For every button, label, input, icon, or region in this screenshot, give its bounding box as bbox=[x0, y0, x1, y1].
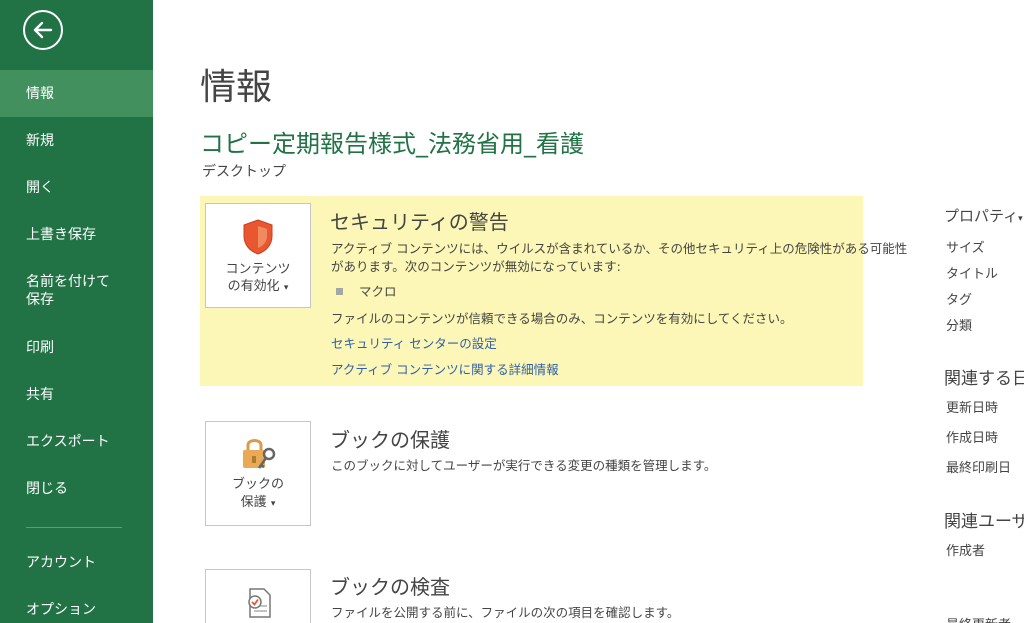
nav-close[interactable]: 閉じる bbox=[0, 480, 153, 498]
enable-content-label-text: の有効化 bbox=[227, 279, 280, 294]
chevron-down-icon: ▾ bbox=[270, 499, 276, 509]
trust-center-settings-link[interactable]: セキュリティ センターの設定 bbox=[331, 333, 497, 352]
protect-workbook-label-line1: ブックの bbox=[231, 477, 284, 492]
nav-save-as-label-line2: 保存 bbox=[26, 292, 54, 308]
nav-open-label: 開く bbox=[26, 180, 54, 196]
security-warning-title: セキュリティの警告 bbox=[330, 210, 509, 234]
property-category-label: 分類 bbox=[946, 319, 973, 334]
nav-open[interactable]: 開く bbox=[0, 179, 153, 197]
nav-print-label: 印刷 bbox=[26, 340, 54, 356]
chevron-down-icon: ▾ bbox=[283, 283, 289, 293]
nav-save[interactable]: 上書き保存 bbox=[0, 226, 153, 244]
nav-info[interactable]: 情報 bbox=[0, 70, 153, 117]
nav-info-label: 情報 bbox=[26, 86, 54, 102]
property-tags-label: タグ bbox=[946, 293, 973, 308]
enable-content-label-line1: コンテンツ bbox=[225, 262, 291, 277]
protect-workbook-description: このブックに対してユーザーが実行できる変更の種類を管理します。 bbox=[331, 458, 717, 473]
properties-header: プロパティ bbox=[944, 207, 1019, 225]
date-modified-label: 更新日時 bbox=[946, 401, 999, 416]
nav-options-label: オプション bbox=[26, 602, 96, 618]
security-warning-note: ファイルのコンテンツが信頼できる場合のみ、コンテンツを有効にしてください。 bbox=[331, 311, 793, 326]
document-location: デスクトップ bbox=[202, 164, 286, 180]
back-button[interactable] bbox=[23, 10, 63, 50]
enable-content-button[interactable]: コンテンツ の有効化 ▾ bbox=[205, 203, 311, 308]
nav-new-label: 新規 bbox=[26, 133, 54, 149]
lock-key-icon bbox=[243, 439, 276, 469]
page-title: 情報 bbox=[200, 67, 273, 108]
nav-export-label: エクスポート bbox=[26, 434, 110, 450]
active-content-info-link[interactable]: アクティブ コンテンツに関する詳細情報 bbox=[331, 359, 559, 378]
date-created-label: 作成日時 bbox=[946, 431, 999, 446]
protect-workbook-title: ブックの保護 bbox=[330, 428, 450, 452]
security-warning-desc-line1: アクティブ コンテンツには、ウイルスが含まれているか、その他セキュリティ上の危険… bbox=[331, 241, 908, 256]
protect-workbook-label-line2: 保護 ▾ bbox=[206, 494, 310, 513]
author-label: 作成者 bbox=[946, 544, 986, 559]
nav-options[interactable]: オプション bbox=[0, 601, 153, 619]
inspect-workbook-title: ブックの検査 bbox=[330, 575, 450, 599]
nav-share[interactable]: 共有 bbox=[0, 386, 153, 404]
back-arrow-icon bbox=[33, 21, 53, 39]
document-name: コピー定期報告様式_法務省用_看護 bbox=[200, 130, 584, 158]
shield-icon bbox=[243, 219, 273, 255]
security-warning-description: アクティブ コンテンツには、ウイルスが含まれているか、その他セキュリティ上の危険… bbox=[331, 240, 907, 276]
nav-account-label: アカウント bbox=[26, 555, 96, 571]
properties-dropdown[interactable]: プロパティ▾ bbox=[944, 205, 1023, 226]
inspect-workbook-description: ファイルを公開する前に、ファイルの次の項目を確認します。 bbox=[331, 605, 680, 620]
nav-new[interactable]: 新規 bbox=[0, 132, 153, 150]
nav-export[interactable]: エクスポート bbox=[0, 433, 153, 451]
chevron-down-icon: ▾ bbox=[1018, 214, 1023, 224]
document-check-icon bbox=[248, 588, 271, 618]
nav-save-as-label-line1: 名前を付けて bbox=[26, 274, 110, 290]
nav-share-label: 共有 bbox=[26, 387, 54, 403]
nav-divider bbox=[26, 527, 122, 528]
related-dates-header: 関連する日 bbox=[944, 369, 1024, 389]
last-modified-by-label: 最終更新者 bbox=[946, 614, 1011, 623]
nav-save-label: 上書き保存 bbox=[26, 227, 96, 243]
nav-close-label: 閉じる bbox=[26, 481, 68, 497]
protect-workbook-label-text: 保護 bbox=[240, 495, 267, 510]
nav-print[interactable]: 印刷 bbox=[0, 339, 153, 357]
protect-workbook-button[interactable]: ブックの 保護 ▾ bbox=[205, 421, 311, 526]
nav-save-as[interactable]: 名前を付けて 保存 bbox=[0, 273, 153, 309]
check-issues-button[interactable] bbox=[205, 569, 311, 623]
security-warning-desc-line2: があります。次のコンテンツが無効になっています: bbox=[331, 259, 621, 274]
property-title-label: タイトル bbox=[946, 267, 999, 282]
date-printed-label: 最終印刷日 bbox=[946, 461, 1012, 476]
bullet-square-icon bbox=[336, 288, 343, 295]
enable-content-label-line2: の有効化 ▾ bbox=[206, 278, 310, 297]
related-people-header: 関連ユーザー bbox=[944, 512, 1024, 532]
backstage-sidebar: 情報 新規 開く 上書き保存 名前を付けて 保存 印刷 共有 エクスポート 閉じ… bbox=[0, 0, 153, 623]
nav-account[interactable]: アカウント bbox=[0, 554, 153, 572]
property-size-label: サイズ bbox=[946, 241, 985, 256]
disabled-content-item: マクロ bbox=[359, 284, 397, 299]
